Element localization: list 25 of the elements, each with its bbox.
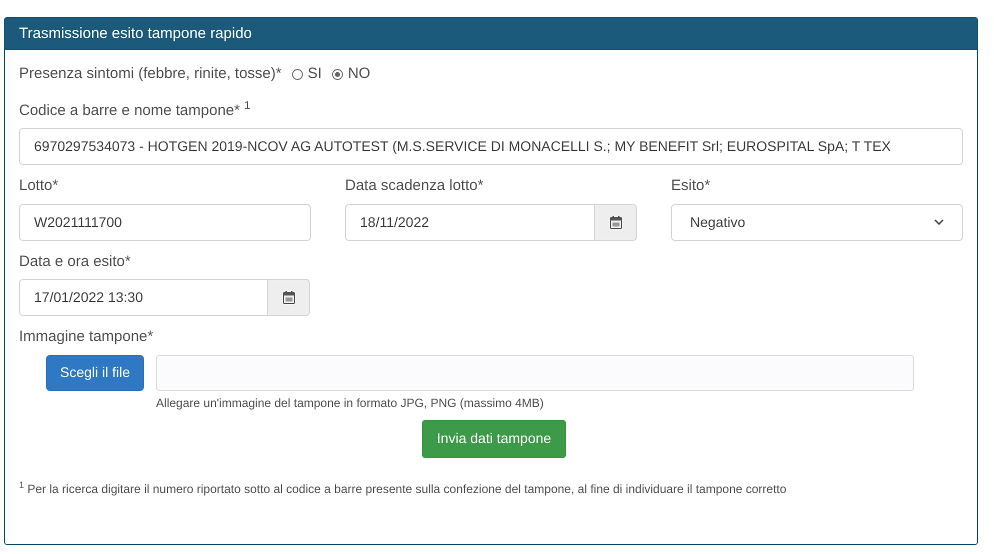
choose-file-button[interactable]: Scegli il file (46, 354, 144, 390)
date-field[interactable]: 18/11/2022 (345, 204, 595, 240)
calendar-button[interactable] (268, 279, 310, 316)
field-label: Data e ora esito* (19, 252, 132, 272)
help-text: Allegare un'immagine del tampone in formato JPG, PNG (massimo 4MB) (156, 394, 545, 412)
field-label: Codice a barre e nome tampone* $^{1}$ (19, 100, 252, 120)
input-field[interactable]: W2021111700 (19, 204, 311, 240)
submit-button[interactable]: Invia dati tampone (422, 420, 566, 458)
calendar-button[interactable] (595, 204, 637, 240)
calendar-icon (282, 291, 294, 304)
file-field[interactable] (156, 354, 914, 390)
field-label: Data scadenza lotto* (345, 176, 484, 196)
result-select[interactable]: Negativo (671, 204, 963, 240)
field-label: Lotto* (19, 176, 60, 196)
input-field[interactable]: 6970297534073 - HOTGEN 2019-NCOV AG AUTOTEST (M.S.SERVICE DI MONACELLI S.; MY BENEFIT Srl; EUROSPITAL SpA; T TEX (19, 128, 963, 165)
field-label: Presenza sintomi (febbre, rinite, tosse)* (19, 64, 282, 84)
field-label: Immagine tampone* (19, 327, 154, 347)
chevron-down-icon (934, 219, 944, 225)
radio-option[interactable]: SI (292, 63, 322, 86)
panel-header: Trasmissione esito tampone rapido (5, 18, 977, 50)
field-label: Esito* (671, 176, 712, 196)
footnote: $^{1}$ Per la ricerca digitare il numero riportato sotto al codice a barre presente sulla confezione del tampone, al fine di individuare il tampone corretto (19, 480, 788, 498)
date-field[interactable]: 17/01/2022 13:30 (19, 279, 268, 316)
radio-option[interactable]: NO (332, 63, 370, 86)
calendar-icon (610, 216, 622, 228)
